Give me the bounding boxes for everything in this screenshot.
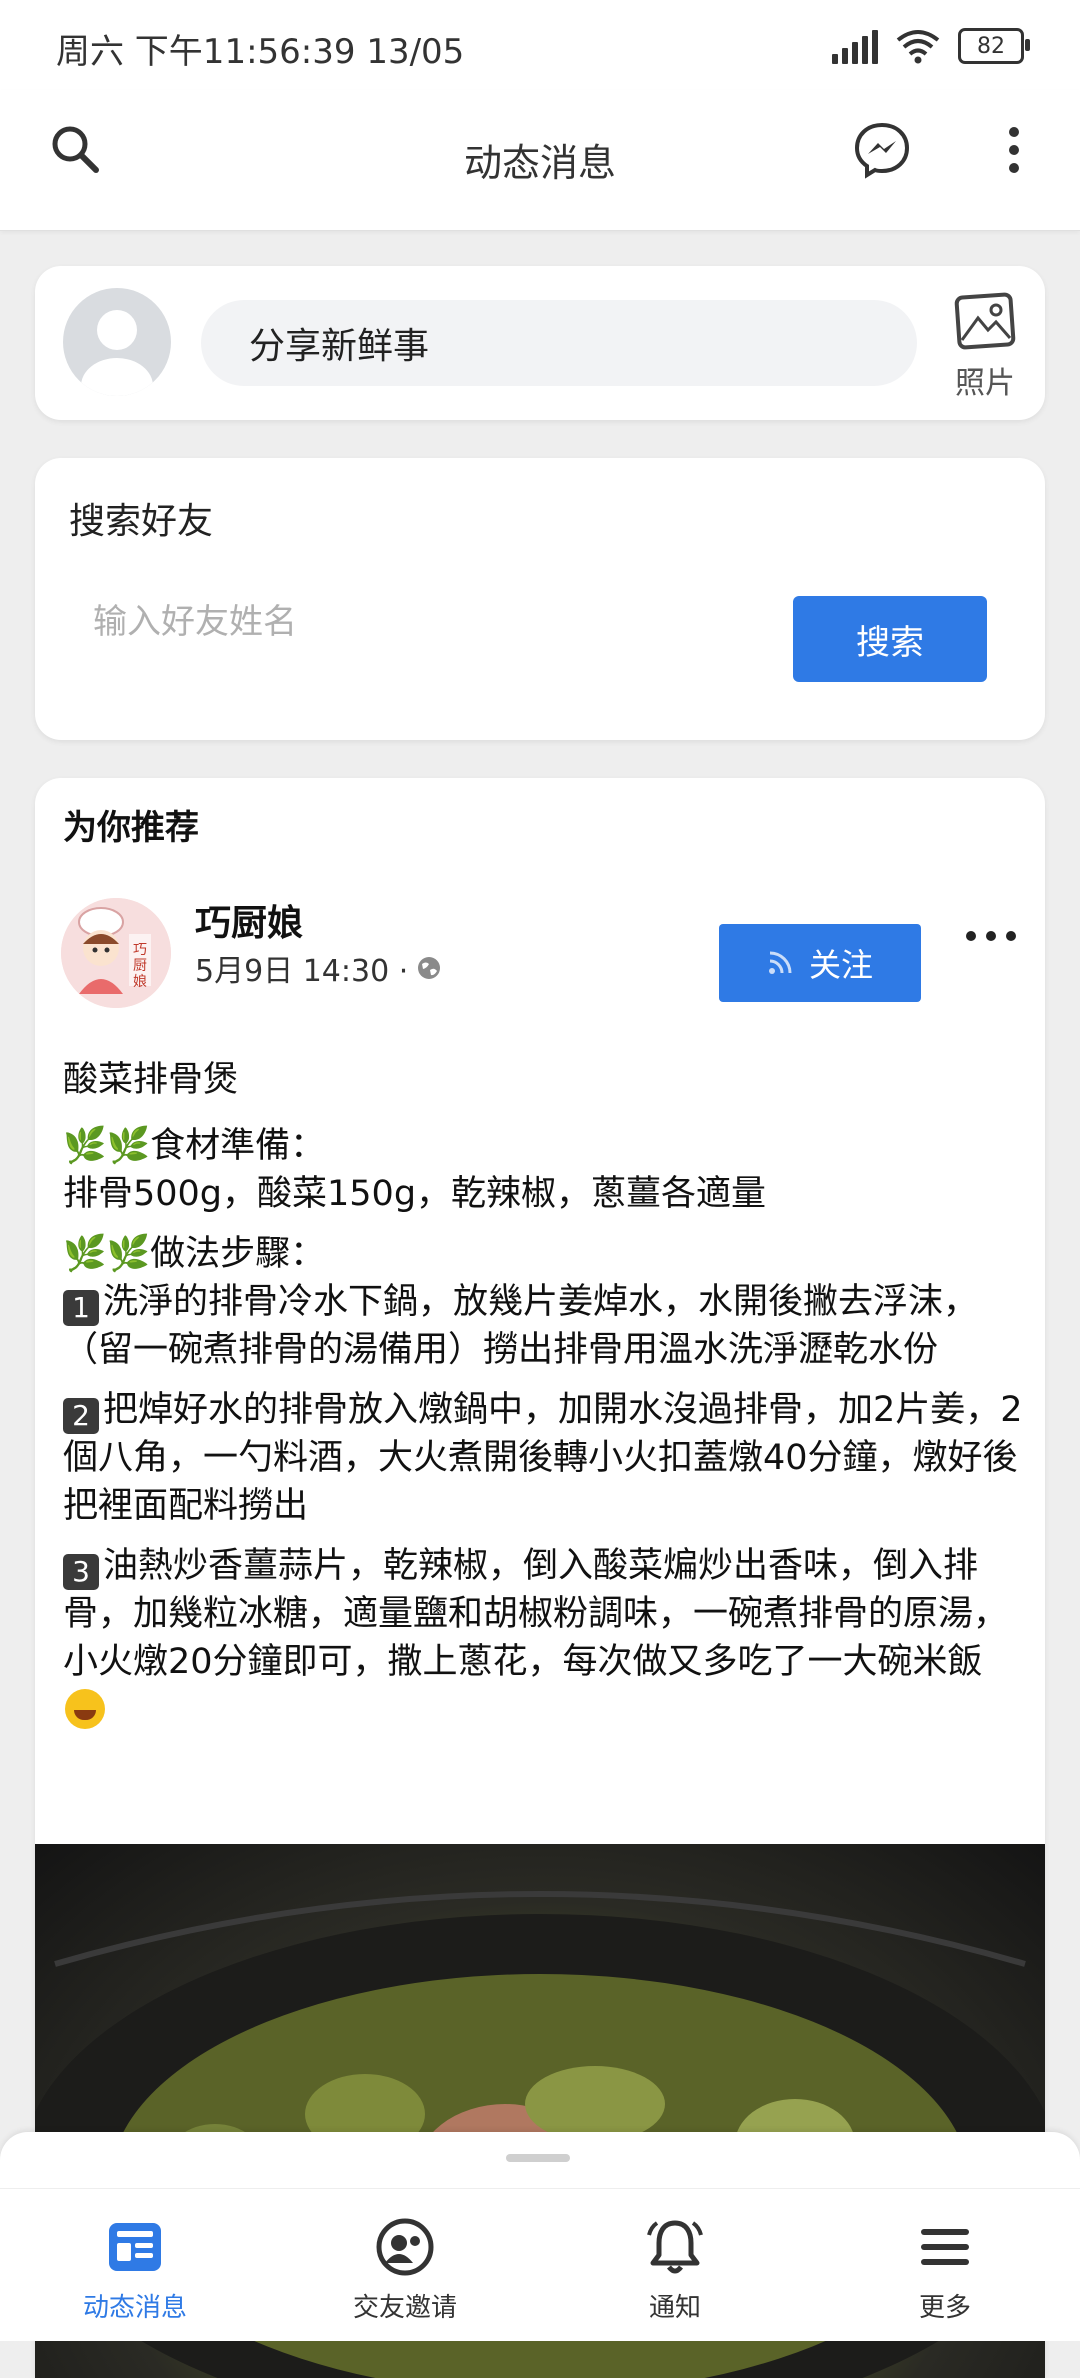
post-timestamp: 5月9日 14:30 · — [195, 954, 409, 989]
bottom-navigation: 动态消息 交友邀请 通知 更多 — [0, 2188, 1080, 2341]
step-text: 把焯好水的排骨放入燉鍋中，加開水沒過排骨，加2片姜，2個八角，一勺料酒，大火煮開… — [63, 1390, 1023, 1526]
svg-text:厨: 厨 — [133, 958, 147, 974]
news-feed-icon — [109, 2223, 161, 2271]
composer-input[interactable]: 分享新鲜事 — [201, 300, 917, 386]
photo-label: 照片 — [955, 366, 1015, 401]
chef-logo-icon: 巧 厨 娘 — [61, 898, 171, 1008]
battery-icon: 82 — [958, 28, 1030, 64]
follow-label: 关注 — [808, 946, 873, 984]
ingredients-block: 🌿🌿食材準備： 排骨500g，酸菜150g，乾辣椒，蔥薑各適量 — [63, 1122, 1023, 1218]
drag-handle[interactable] — [506, 2154, 570, 2162]
nav-label: 交友邀请 — [352, 2293, 457, 2323]
battery-level: 82 — [977, 33, 1005, 59]
avatar[interactable] — [63, 288, 171, 396]
nav-item-news-feed[interactable]: 动态消息 — [0, 2189, 270, 2341]
photo-button[interactable]: 照片 — [947, 292, 1023, 402]
ingredients-text: 排骨500g，酸菜150g，乾辣椒，蔥薑各適量 — [63, 1174, 767, 1214]
status-bar: 周六 下午11:56:39 13/05 82 — [0, 0, 1080, 90]
page-title: 动态消息 — [463, 141, 616, 185]
menu-icon — [921, 2229, 969, 2265]
step-block: 2 把焯好水的排骨放入燉鍋中，加開水沒過排骨，加2片姜，2個八角，一勺料酒，大火煮… — [63, 1386, 1023, 1530]
bottom-sheet[interactable] — [0, 2132, 1080, 2192]
method-heading: 做法步驟： — [150, 1234, 326, 1274]
poster-avatar[interactable]: 巧 厨 娘 — [61, 898, 171, 1008]
nav-item-friend-requests[interactable]: 交友邀请 — [270, 2189, 540, 2341]
app-bar: 动态消息 — [0, 90, 1080, 231]
wifi-icon — [896, 30, 940, 64]
step-number-badge: 1 — [63, 1290, 99, 1326]
herb-emoji-icon: 🌿🌿 — [63, 1126, 151, 1166]
nav-item-more[interactable]: 更多 — [810, 2189, 1080, 2341]
messenger-icon[interactable] — [852, 120, 912, 180]
nav-label: 通知 — [648, 2293, 701, 2323]
signal-icon — [832, 28, 878, 64]
step-text: 油熱炒香薑蒜片，乾辣椒，倒入酸菜煸炒出香味，倒入排骨，加幾粒冰糖，適量鹽和胡椒粉… — [63, 1546, 1009, 1682]
photo-icon — [954, 292, 1016, 350]
friend-search-card: 搜索好友 搜索 — [35, 458, 1045, 740]
herb-emoji-icon: 🌿🌿 — [63, 1234, 151, 1274]
more-horizontal-icon[interactable] — [961, 916, 1021, 956]
friend-requests-icon — [376, 2218, 434, 2276]
default-avatar-icon — [81, 310, 153, 396]
step-number-badge: 2 — [63, 1398, 99, 1434]
ingredients-heading: 食材準備： — [150, 1126, 326, 1166]
rss-icon — [768, 951, 792, 974]
post-body: 酸菜排骨煲 🌿🌿食材準備： 排骨500g，酸菜150g，乾辣椒，蔥薑各適量 🌿🌿… — [63, 1056, 1023, 1746]
friend-name-input[interactable] — [91, 586, 735, 658]
step-text: 洗淨的排骨冷水下鍋，放幾片姜焯水，水開後撇去浮沫，（留一碗煮排骨的湯備用）撈出排… — [63, 1282, 979, 1370]
bell-icon — [647, 2220, 703, 2274]
method-block: 🌿🌿做法步驟： 1 洗淨的排骨冷水下鍋，放幾片姜焯水，水開後撇去浮沫，（留一碗煮排… — [63, 1230, 1023, 1374]
laughing-emoji-icon — [65, 1689, 105, 1729]
search-button[interactable]: 搜索 — [793, 596, 987, 682]
friend-search-title: 搜索好友 — [69, 501, 214, 542]
post-title: 酸菜排骨煲 — [63, 1060, 239, 1100]
post-composer: 分享新鲜事 照片 — [35, 266, 1045, 420]
svg-text:巧: 巧 — [133, 942, 147, 958]
step-number-badge: 3 — [63, 1554, 99, 1590]
nav-label: 动态消息 — [82, 2293, 187, 2323]
svg-text:娘: 娘 — [133, 974, 147, 990]
follow-button[interactable]: 关注 — [719, 924, 921, 1002]
nav-label: 更多 — [918, 2293, 971, 2323]
poster-name[interactable]: 巧厨娘 — [195, 894, 303, 946]
step-block: 3 油熱炒香薑蒜片，乾辣椒，倒入酸菜煸炒出香味，倒入排骨，加幾粒冰糖，適量鹽和胡椒… — [63, 1542, 1023, 1734]
status-time: 周六 下午11:56:39 13/05 — [56, 32, 465, 72]
post-meta: 5月9日 14:30 · — [195, 946, 442, 990]
more-vertical-icon[interactable] — [990, 120, 1038, 180]
section-title: 为你推荐 — [63, 808, 199, 848]
globe-icon — [418, 957, 441, 979]
nav-item-notifications[interactable]: 通知 — [540, 2189, 810, 2341]
